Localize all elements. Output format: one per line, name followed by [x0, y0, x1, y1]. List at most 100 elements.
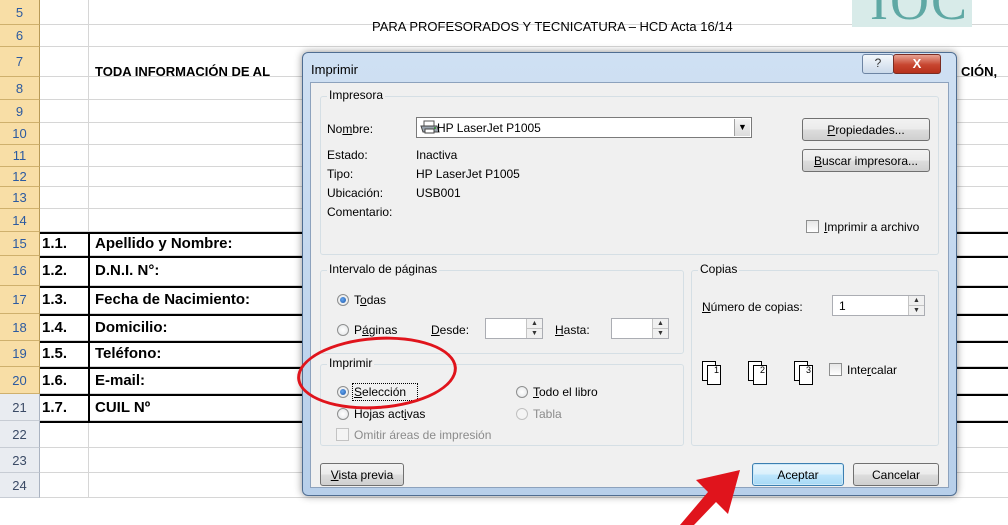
spin-down-icon[interactable]: ▼ — [527, 328, 542, 338]
range-all-radio[interactable] — [337, 294, 349, 306]
field-number: 1.3. — [42, 291, 68, 308]
range-to-spin-buttons[interactable]: ▲ ▼ — [652, 319, 668, 338]
dropdown-arrow-icon[interactable]: ▼ — [734, 119, 750, 136]
collate-page-2: 2 — [753, 365, 767, 385]
field-number: 1.6. — [42, 372, 68, 389]
print-to-file-checkbox[interactable] — [806, 220, 819, 233]
row-header[interactable]: 11 — [0, 145, 40, 167]
cell-col-a[interactable] — [40, 145, 89, 167]
dialog-title: Imprimir — [311, 62, 358, 77]
range-pages-radio[interactable] — [337, 324, 349, 336]
row-header[interactable]: 18 — [0, 314, 40, 341]
logo: IOC — [852, 0, 972, 27]
row-header[interactable]: 20 — [0, 367, 40, 394]
row-header[interactable]: 5 — [0, 0, 40, 25]
cell-col-a[interactable] — [40, 25, 89, 47]
row-header[interactable]: 23 — [0, 448, 40, 473]
row-header[interactable]: 24 — [0, 473, 40, 498]
row-header[interactable]: 21 — [0, 394, 40, 421]
field-label: Fecha de Nacimiento: — [95, 291, 251, 308]
collate-page-1: 1 — [707, 365, 721, 385]
range-to-spinner[interactable]: ▲ ▼ — [611, 318, 669, 339]
properties-button[interactable]: Propiedades... — [802, 118, 930, 141]
sheet-info-right: CIÓN, — [961, 64, 998, 79]
printer-type-value: HP LaserJet P1005 — [416, 167, 520, 181]
field-label: Domicilio: — [95, 319, 168, 336]
row-header[interactable]: 10 — [0, 123, 40, 145]
help-button[interactable]: ? — [862, 54, 894, 74]
row-header[interactable]: 8 — [0, 77, 40, 100]
row-header[interactable]: 22 — [0, 421, 40, 448]
field-label: D.N.I. N°: — [95, 262, 160, 279]
field-label: E-mail: — [95, 372, 146, 389]
cell-col-a[interactable] — [40, 167, 89, 187]
printer-group: Impresora Nombre: HP LaserJet P1005 ▼ Es… — [320, 88, 939, 255]
ok-button[interactable]: Aceptar — [752, 463, 844, 486]
copies-count-spinner[interactable]: 1 ▲ ▼ — [832, 295, 925, 316]
copies-group: Copias Número de copias: 1 ▲ ▼ 1 2 3 Inte… — [691, 262, 939, 446]
copies-group-label: Copias — [698, 262, 740, 276]
copies-count-value: 1 — [839, 299, 846, 313]
cancel-button[interactable]: Cancelar — [853, 463, 939, 486]
range-from-spinner[interactable]: ▲ ▼ — [485, 318, 543, 339]
cell-col-a[interactable] — [40, 473, 89, 498]
row-header[interactable]: 9 — [0, 100, 40, 123]
collate-page-3: 3 — [799, 365, 813, 385]
cell-col-a[interactable] — [40, 209, 89, 232]
row-header[interactable]: 16 — [0, 256, 40, 286]
range-from-label: Desde: — [431, 323, 470, 337]
print-dialog[interactable]: Imprimir ? X Impresora Nombre: HP LaserJ… — [302, 52, 957, 496]
spin-up-icon[interactable]: ▲ — [527, 319, 542, 328]
copies-spin-buttons[interactable]: ▲ ▼ — [908, 296, 924, 315]
page-range-group-label: Intervalo de páginas — [327, 262, 440, 276]
row-header[interactable]: 13 — [0, 187, 40, 209]
cell-col-a[interactable] — [40, 421, 89, 448]
print-workbook-radio[interactable] — [516, 386, 528, 398]
field-number: 1.2. — [42, 262, 68, 279]
printer-name-combo[interactable]: HP LaserJet P1005 ▼ — [416, 117, 752, 138]
find-printer-button[interactable]: Buscar impresora... — [802, 149, 930, 172]
close-button[interactable]: X — [893, 54, 941, 74]
spin-up-icon[interactable]: ▲ — [909, 296, 924, 305]
red-arrow-icon — [680, 470, 740, 525]
print-active-sheets-radio[interactable] — [337, 408, 349, 420]
cell-col-a[interactable] — [40, 0, 89, 25]
range-from-spin-buttons[interactable]: ▲ ▼ — [526, 319, 542, 338]
sheet-info-left: TODA INFORMACIÓN DE AL — [95, 64, 271, 79]
range-pages-label: Páginas — [354, 323, 398, 337]
cell-col-a[interactable] — [40, 100, 89, 123]
row-header[interactable]: 7 — [0, 47, 40, 77]
copies-count-label: Número de copias: — [702, 300, 803, 314]
printer-status-label: Estado: — [327, 148, 368, 162]
print-to-file-label: Imprimir a archivo — [824, 220, 920, 234]
field-number: 1.7. — [42, 399, 68, 416]
printer-status-value: Inactiva — [416, 148, 458, 162]
printer-type-label: Tipo: — [327, 167, 354, 181]
spin-down-icon[interactable]: ▼ — [653, 328, 668, 338]
row-header[interactable]: 19 — [0, 341, 40, 367]
print-table-label: Tabla — [533, 407, 562, 421]
field-label: Teléfono: — [95, 345, 162, 362]
cell-col-a[interactable] — [40, 77, 89, 100]
printer-name-value: HP LaserJet P1005 — [437, 121, 541, 135]
field-number: 1.5. — [42, 345, 68, 362]
cell-col-a[interactable] — [40, 448, 89, 473]
spin-up-icon[interactable]: ▲ — [653, 319, 668, 328]
cell-col-a[interactable] — [40, 123, 89, 145]
cell-col-a[interactable] — [40, 47, 89, 77]
cell-col-a[interactable] — [40, 187, 89, 209]
print-table-radio[interactable] — [516, 408, 528, 420]
field-number: 1.1. — [42, 235, 68, 252]
collate-label: Intercalar — [847, 363, 898, 377]
ignore-print-areas-checkbox[interactable] — [336, 428, 349, 441]
print-preview-button[interactable]: Vista previa — [320, 463, 404, 486]
sheet-header-title: PARA PROFESORADOS Y TECNICATURA – HCD Ac… — [372, 19, 733, 34]
row-header[interactable]: 15 — [0, 232, 40, 256]
row-header[interactable]: 17 — [0, 286, 40, 314]
row-header[interactable]: 14 — [0, 209, 40, 232]
collate-checkbox[interactable] — [829, 363, 842, 376]
row-header[interactable]: 12 — [0, 167, 40, 187]
spin-down-icon[interactable]: ▼ — [909, 305, 924, 315]
field-number: 1.4. — [42, 319, 68, 336]
row-header[interactable]: 6 — [0, 25, 40, 47]
